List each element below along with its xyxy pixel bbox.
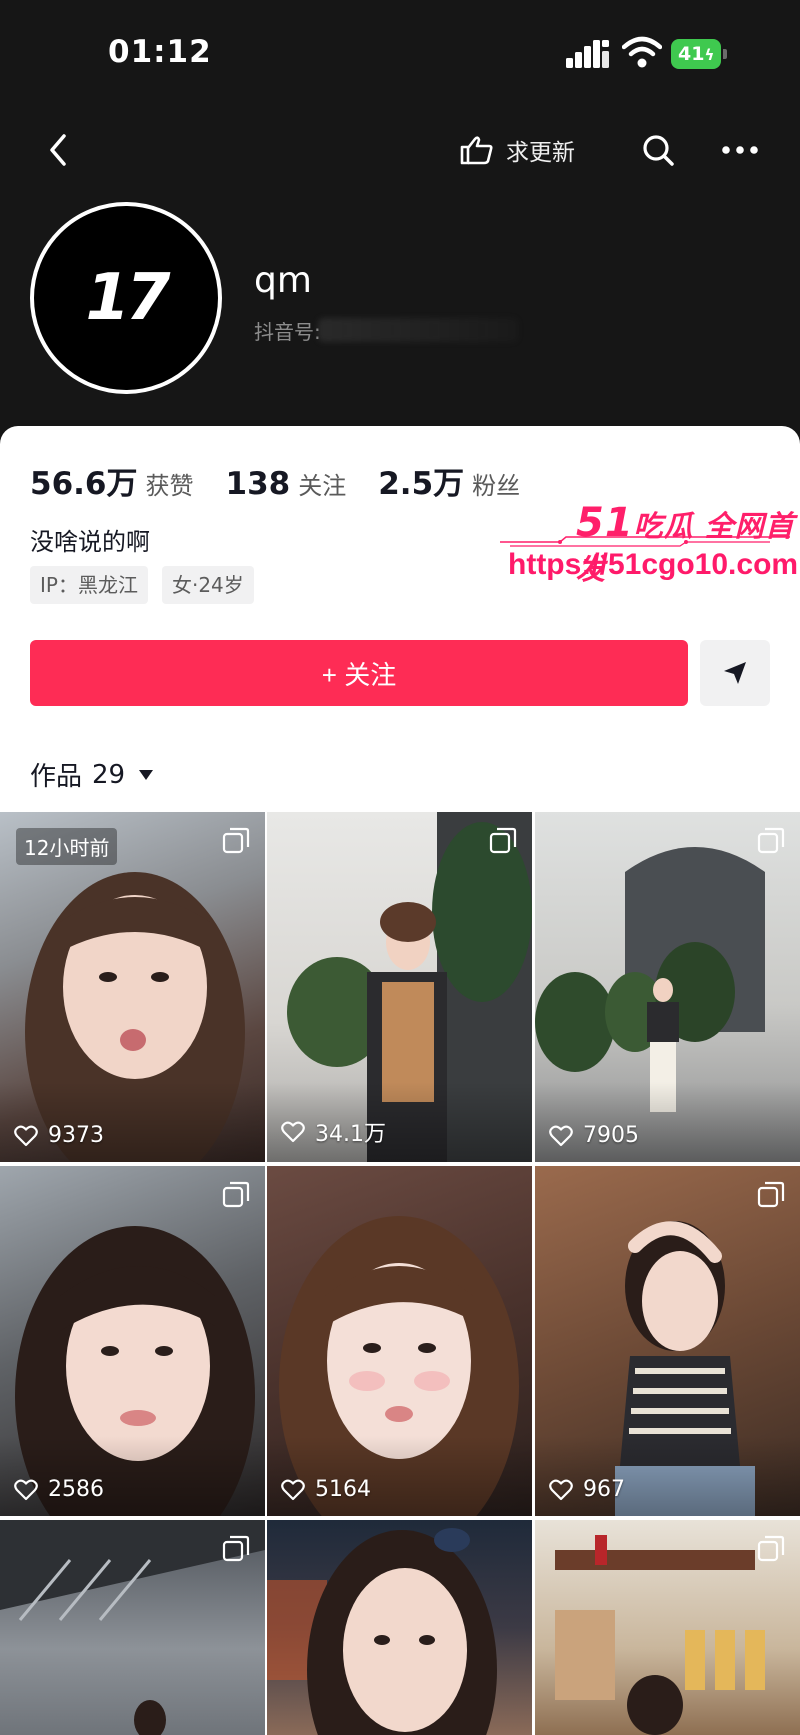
video-tile[interactable] — [535, 1520, 800, 1735]
pointing-hand-icon — [460, 136, 493, 165]
stats-row: 56.6万 获赞 138 关注 2.5万 粉丝 — [30, 458, 552, 503]
stat-following-value: 138 — [225, 466, 291, 502]
dropdown-caret-icon — [139, 769, 154, 780]
multi-image-icon — [222, 1535, 250, 1562]
tags-row: IP：黑龙江 女·24岁 — [30, 566, 268, 604]
stat-following-label: 关注 — [298, 472, 347, 500]
avatar-text: 17 — [85, 261, 170, 335]
stat-likes: 56.6万 获赞 — [30, 458, 194, 503]
multi-image-icon — [222, 1181, 250, 1208]
tile-shade — [535, 1436, 800, 1516]
douyin-id-redacted — [318, 318, 518, 342]
watermark-decoration — [500, 536, 790, 547]
request-update-label: 求更新 — [506, 140, 575, 166]
likes-count: 7905 — [549, 1123, 639, 1148]
battery-icon: 41ϟ — [671, 39, 727, 69]
likes-value: 34.1万 — [315, 1122, 386, 1147]
video-thumbnail — [267, 1528, 497, 1735]
back-arrow-icon[interactable] — [40, 130, 80, 170]
video-tile[interactable] — [0, 1520, 265, 1735]
works-count: 29 — [92, 759, 126, 790]
search-icon[interactable] — [638, 130, 678, 170]
stat-following[interactable]: 138 关注 — [226, 466, 347, 502]
bio: 没啥说的啊 — [30, 528, 150, 556]
likes-count: 34.1万 — [281, 1116, 386, 1148]
heart-icon — [549, 1479, 573, 1500]
multi-image-icon — [757, 827, 785, 854]
send-icon — [724, 662, 746, 684]
works-label: 作品 — [30, 762, 83, 792]
status-bar: 01:12 41ϟ — [0, 0, 800, 100]
tag-ip: IP：黑龙江 — [30, 566, 148, 604]
heart-icon — [14, 1479, 38, 1500]
request-update-button[interactable]: 求更新 — [456, 128, 596, 172]
multi-image-icon — [222, 827, 250, 854]
stat-followers-label: 粉丝 — [472, 472, 521, 500]
heart-icon — [281, 1121, 305, 1143]
battery-tip — [723, 49, 727, 59]
douyin-id-label: 抖音号: — [254, 320, 321, 344]
profile-screen: 01:12 41ϟ 求更新 17 qm 抖音号: 56.6万 获赞 138 关注… — [0, 0, 800, 1735]
likes-value: 2586 — [48, 1477, 104, 1502]
share-button[interactable] — [700, 640, 770, 706]
avatar[interactable]: 17 — [30, 202, 222, 394]
video-tile[interactable] — [267, 1520, 532, 1735]
heart-icon — [14, 1125, 38, 1146]
profile-name: qm — [254, 260, 312, 301]
stat-followers-value: 2.5万 — [378, 466, 465, 502]
likes-value: 7905 — [583, 1123, 639, 1148]
stat-likes-value: 56.6万 — [30, 466, 138, 502]
stat-followers[interactable]: 2.5万 粉丝 — [378, 458, 520, 503]
likes-count: 9373 — [14, 1123, 104, 1148]
tile-shade — [535, 1082, 800, 1162]
tile-shade — [267, 1436, 532, 1516]
likes-count: 2586 — [14, 1477, 104, 1502]
tile-shade — [0, 1436, 265, 1516]
video-tile[interactable]: 2586 — [0, 1166, 265, 1516]
cellular-signal-icon — [566, 40, 609, 68]
top-nav: 求更新 — [0, 118, 800, 182]
heart-icon — [281, 1479, 305, 1500]
post-time-badge: 12小时前 — [16, 828, 118, 865]
multi-image-icon — [757, 1181, 785, 1208]
likes-count: 5164 — [281, 1477, 371, 1502]
follow-button[interactable]: + 关注 — [30, 640, 688, 706]
likes-count: 967 — [549, 1477, 625, 1502]
status-time: 01:12 — [108, 34, 212, 70]
video-tile[interactable]: 12小时前 9373 — [0, 812, 265, 1162]
watermark-url: https://51cgo10.com — [508, 548, 799, 581]
video-tile[interactable]: 34.1万 — [267, 812, 532, 1162]
video-tile[interactable]: 5164 — [267, 1166, 532, 1516]
heart-icon — [549, 1125, 573, 1146]
video-tile[interactable]: 967 — [535, 1166, 800, 1516]
video-tile[interactable]: 7905 — [535, 812, 800, 1162]
more-options-icon[interactable] — [718, 130, 762, 170]
wifi-icon — [622, 36, 662, 68]
multi-image-icon — [757, 1535, 785, 1562]
likes-value: 967 — [583, 1477, 625, 1502]
battery-level: 41ϟ — [671, 39, 721, 69]
works-tab[interactable]: 作品 29 — [30, 756, 154, 793]
tile-shade — [0, 1082, 265, 1162]
likes-value: 9373 — [48, 1123, 104, 1148]
tag-gender-age: 女·24岁 — [161, 566, 254, 604]
stat-likes-label: 获赞 — [145, 472, 194, 500]
multi-image-icon — [489, 827, 517, 854]
likes-value: 5164 — [315, 1477, 371, 1502]
